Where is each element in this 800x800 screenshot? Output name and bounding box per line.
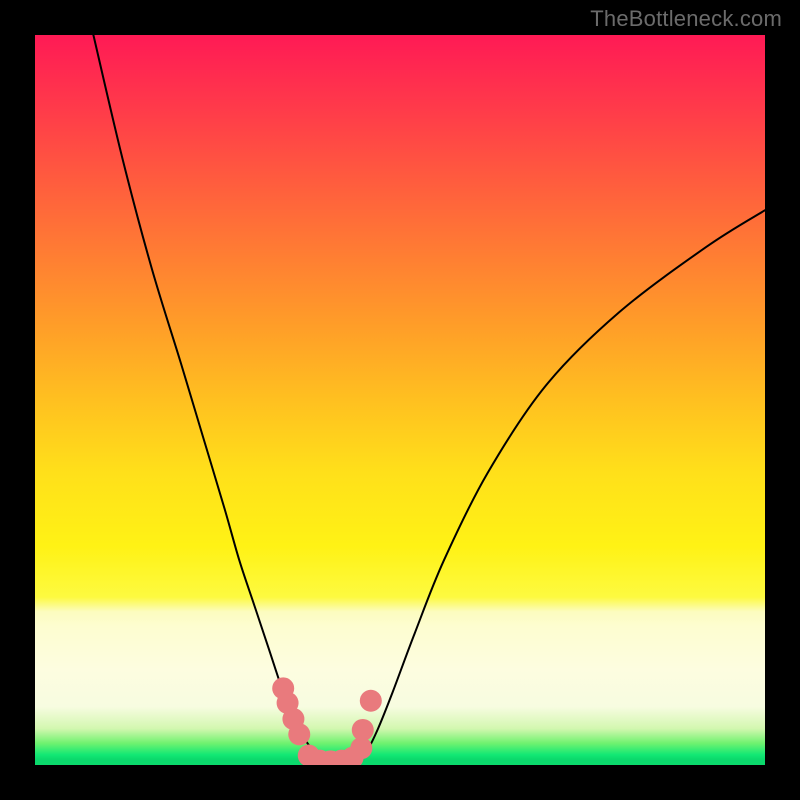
left-curve: [93, 35, 327, 761]
plot-area: [35, 35, 765, 765]
dots-group: [272, 677, 382, 765]
curves-group: [93, 35, 765, 761]
dots-left-arm-dot: [288, 723, 310, 745]
right-curve: [356, 210, 765, 761]
watermark-text: TheBottleneck.com: [590, 6, 782, 32]
chart-overlay: [35, 35, 765, 765]
chart-frame: TheBottleneck.com: [0, 0, 800, 800]
dots-right-arm-dot: [352, 719, 374, 741]
dot-upper-right-dot: [360, 690, 382, 712]
